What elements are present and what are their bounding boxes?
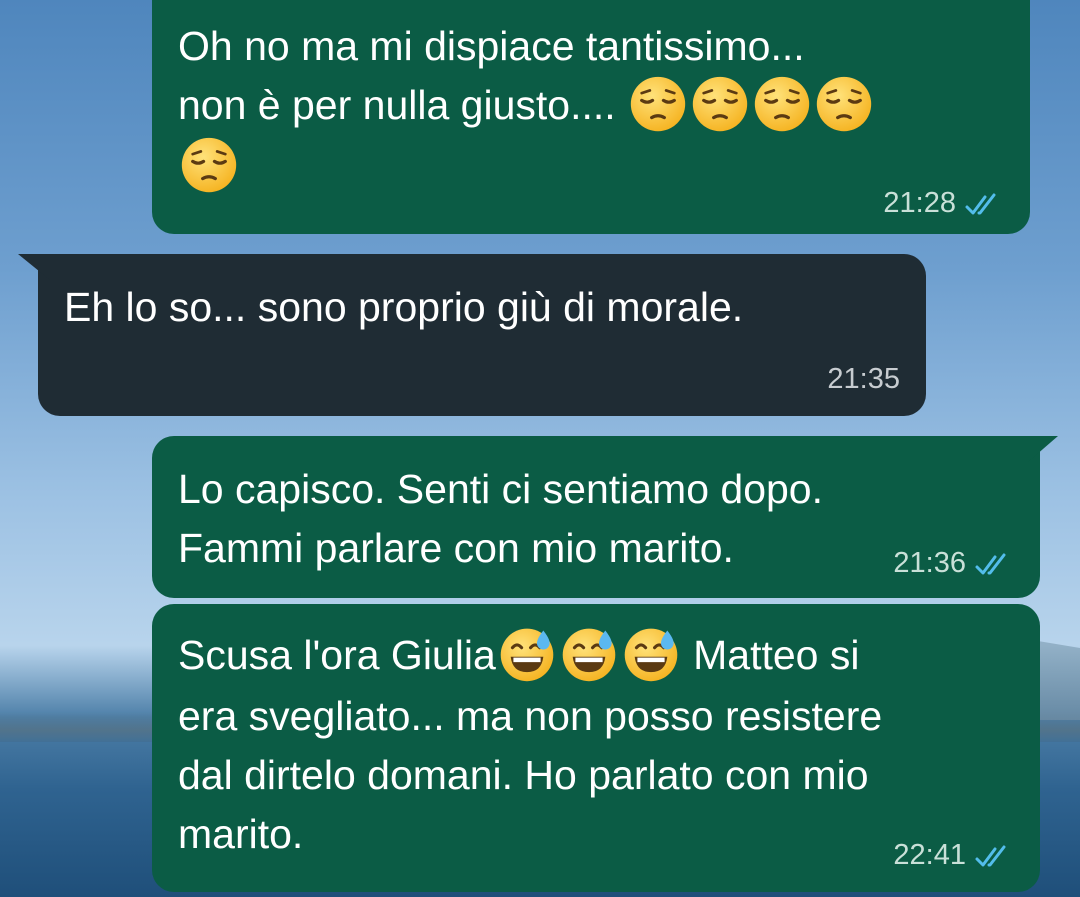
message-text-line	[178, 137, 1004, 198]
grinning-face-with-sweat-emoji-icon	[560, 625, 618, 683]
double-check-icon	[964, 191, 1004, 215]
message-text: non è per nulla giusto....	[178, 82, 616, 128]
message-meta: 21:35	[827, 362, 900, 396]
message-meta: 21:36	[893, 546, 1014, 580]
bubble-tail	[1028, 436, 1058, 462]
double-check-icon	[974, 551, 1014, 575]
message-timestamp: 21:35	[827, 363, 900, 395]
message-text: Scusa l'ora Giulia	[178, 632, 496, 678]
message-timestamp: 21:28	[883, 187, 956, 219]
message-bubble-outgoing[interactable]: Oh no ma mi dispiace tantissimo... non è…	[152, 0, 1030, 234]
message-text: Matteo si	[681, 632, 860, 678]
message-timestamp: 21:36	[893, 547, 966, 579]
pensive-face-emoji-icon	[753, 75, 811, 133]
message-text-line: era svegliato... ma non posso resistere	[178, 693, 883, 740]
double-check-icon	[974, 843, 1014, 867]
message-timestamp: 22:41	[893, 839, 966, 871]
message-text-line: marito.	[178, 811, 304, 858]
message-text-line: non è per nulla giusto....	[178, 76, 1004, 137]
message-text-line: Scusa l'ora Giulia Matteo si	[178, 626, 1014, 687]
message-bubble-outgoing[interactable]: Scusa l'ora Giulia Matteo si era sveglia…	[152, 604, 1040, 892]
message-meta: 22:41	[893, 838, 1014, 872]
message-text-line: Fammi parlare con mio marito.	[178, 525, 734, 571]
grinning-face-with-sweat-emoji-icon	[498, 625, 556, 683]
message-text: Eh lo so... sono proprio giù di morale.	[64, 284, 744, 330]
message-text-line: dal dirtelo domani. Ho parlato con mio	[178, 752, 869, 799]
message-meta: 21:28	[883, 186, 1004, 220]
pensive-face-emoji-icon	[180, 136, 238, 194]
message-bubble-outgoing[interactable]: Lo capisco. Senti ci sentiamo dopo. Famm…	[152, 436, 1058, 598]
pensive-face-emoji-icon	[629, 75, 687, 133]
pensive-face-emoji-icon	[815, 75, 873, 133]
message-bubble-incoming[interactable]: Eh lo so... sono proprio giù di morale. …	[18, 254, 926, 416]
message-text-line: Lo capisco. Senti ci sentiamo dopo.	[178, 466, 823, 512]
chat-screen: { "messages": [ { "direction": "out", "l…	[0, 0, 1080, 897]
pensive-face-emoji-icon	[691, 75, 749, 133]
message-text-line: Oh no ma mi dispiace tantissimo...	[178, 23, 805, 69]
grinning-face-with-sweat-emoji-icon	[622, 625, 680, 683]
bubble-tail	[18, 254, 50, 280]
